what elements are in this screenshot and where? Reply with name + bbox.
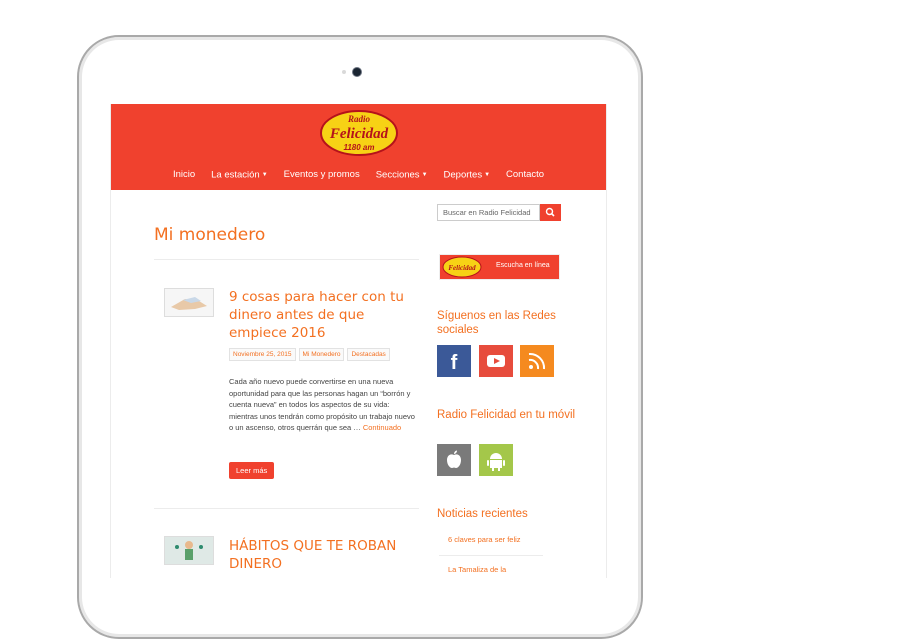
facebook-button[interactable]: f xyxy=(437,345,471,377)
post-meta: Noviembre 25, 2015 Mi Monedero Destacada… xyxy=(229,348,390,361)
caret-down-icon: ▼ xyxy=(261,172,268,178)
radio-felicidad-logo[interactable]: Radio Felicidad 1180 am xyxy=(318,108,400,158)
post-title-link[interactable]: HÁBITOS QUE TE ROBAN DINERO xyxy=(229,537,419,573)
read-more-button[interactable]: Leer más xyxy=(229,462,275,479)
post-thumbnail[interactable] xyxy=(164,536,214,565)
nav-deportes[interactable]: Deportes ▼ xyxy=(436,164,499,188)
nav-inicio[interactable]: Inicio xyxy=(165,164,203,188)
logo-line-2: Felicidad xyxy=(329,126,389,142)
caret-down-icon: ▼ xyxy=(421,172,428,178)
apple-app-button[interactable] xyxy=(437,444,471,476)
nav-secciones[interactable]: Secciones ▼ xyxy=(368,164,436,188)
divider xyxy=(154,259,419,260)
divider xyxy=(439,555,543,556)
mobile-heading: Radio Felicidad en tu móvil xyxy=(437,409,576,421)
nav-la-estacion[interactable]: La estación ▼ xyxy=(203,164,276,188)
logo-line-3: 1180 am xyxy=(344,143,375,152)
nav-eventos[interactable]: Eventos y promos xyxy=(276,164,368,188)
category-tag[interactable]: Mi Monedero xyxy=(298,348,345,361)
post-date-tag[interactable]: Noviembre 25, 2015 xyxy=(229,348,296,361)
android-app-button[interactable] xyxy=(479,444,513,476)
search-button[interactable] xyxy=(540,204,561,221)
rss-button[interactable] xyxy=(520,345,554,377)
nav-contacto[interactable]: Contacto xyxy=(498,164,552,188)
sensor-dot xyxy=(342,70,346,74)
post-title-link[interactable]: 9 cosas para hacer con tu dinero antes d… xyxy=(229,288,419,342)
site-header: Radio Felicidad 1180 am Inicio La estaci… xyxy=(111,104,606,190)
search-input[interactable]: Buscar en Radio Felicidad xyxy=(437,204,540,221)
logo-line-1: Radio xyxy=(347,114,371,124)
post-excerpt: Cada año nuevo puede convertirse en una … xyxy=(229,377,415,432)
continue-link[interactable]: Continuado xyxy=(363,423,401,432)
recent-news-link[interactable]: La Tamaliza de la xyxy=(448,565,506,574)
recent-news-heading: Noticias recientes xyxy=(437,508,528,520)
social-heading: Síguenos en las Redes sociales xyxy=(437,310,556,336)
banner-label: Escucha en línea xyxy=(496,262,550,269)
camera xyxy=(353,68,361,76)
divider xyxy=(154,508,419,509)
website-screen: Radio Felicidad 1180 am Inicio La estaci… xyxy=(110,104,607,578)
caret-down-icon: ▼ xyxy=(484,172,491,178)
category-tag[interactable]: Destacadas xyxy=(347,348,390,361)
facebook-icon: f xyxy=(451,352,458,374)
main-nav: Inicio La estación ▼ Eventos y promos Sec… xyxy=(111,164,606,188)
youtube-button[interactable] xyxy=(479,345,513,377)
banner-logo-text: Felicidad xyxy=(448,264,476,272)
recent-news-link[interactable]: 6 claves para ser feliz xyxy=(448,535,521,544)
youtube-icon xyxy=(487,355,505,367)
page-title: Mi monedero xyxy=(154,225,266,245)
post-thumbnail[interactable] xyxy=(164,288,214,317)
